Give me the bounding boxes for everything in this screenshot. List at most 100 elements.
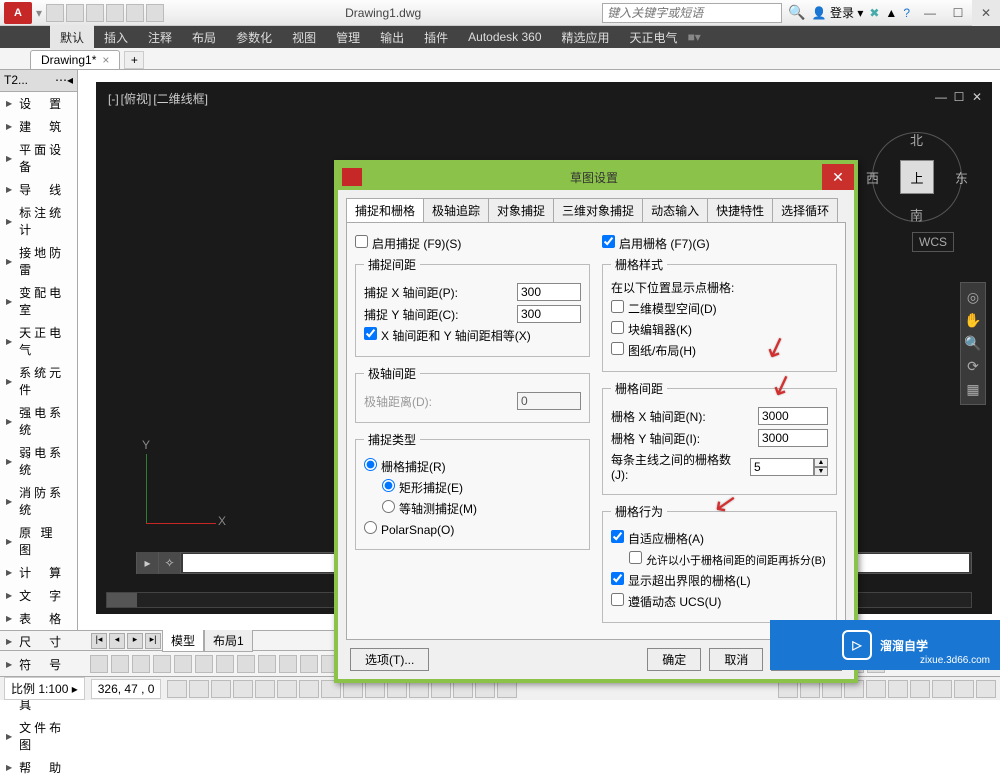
status-right-icon[interactable] bbox=[910, 680, 930, 698]
qat-open-icon[interactable] bbox=[66, 4, 84, 22]
beyond-limits-checkbox[interactable] bbox=[611, 572, 624, 585]
tab-nav-prev[interactable]: ◂ bbox=[109, 633, 125, 649]
sidebar-item[interactable]: 设 置 bbox=[0, 92, 77, 115]
menu-精选应用[interactable]: 精选应用 bbox=[552, 25, 620, 50]
nav-showmotion-icon[interactable]: ▦ bbox=[966, 381, 979, 398]
tab-nav-first[interactable]: |◂ bbox=[91, 633, 107, 649]
menu-默认[interactable]: 默认 bbox=[50, 25, 94, 50]
qat-save-icon[interactable] bbox=[86, 4, 104, 22]
viewcube-west[interactable]: 西 bbox=[866, 168, 879, 187]
status-right-icon[interactable] bbox=[932, 680, 952, 698]
status-right-icon[interactable] bbox=[954, 680, 974, 698]
toolbar-icon[interactable] bbox=[279, 655, 297, 673]
nav-pan-icon[interactable]: ✋ bbox=[964, 312, 981, 329]
enable-snap-checkbox[interactable] bbox=[355, 235, 368, 248]
nav-orbit-icon[interactable]: ⟳ bbox=[967, 358, 979, 375]
sidebar-item[interactable]: 文 字 bbox=[0, 584, 77, 607]
sidebar-item[interactable]: 导 线 bbox=[0, 178, 77, 201]
nav-wheel-icon[interactable]: ◎ bbox=[967, 289, 979, 306]
toolbar-icon[interactable] bbox=[258, 655, 276, 673]
menu-天正电气[interactable]: 天正电气 bbox=[620, 25, 688, 50]
dialog-tab[interactable]: 动态输入 bbox=[642, 198, 708, 222]
sidebar-item[interactable]: 尺 寸 bbox=[0, 630, 77, 653]
iso-snap-radio[interactable] bbox=[382, 500, 395, 513]
close-tab-icon[interactable]: × bbox=[102, 53, 109, 67]
sidebar-item[interactable]: 建 筑 bbox=[0, 115, 77, 138]
viewcube-south[interactable]: 南 bbox=[910, 205, 923, 224]
sidebar-item[interactable]: 天正电气 bbox=[0, 321, 77, 361]
grid-x-input[interactable] bbox=[758, 407, 828, 425]
dialog-tab[interactable]: 极轴追踪 bbox=[423, 198, 489, 222]
menu-Autodesk 360[interactable]: Autodesk 360 bbox=[458, 26, 551, 48]
adaptive-grid-checkbox[interactable] bbox=[611, 530, 624, 543]
wcs-label[interactable]: WCS bbox=[912, 232, 954, 252]
qat-print-icon[interactable] bbox=[146, 4, 164, 22]
sidebar-item[interactable]: 变配电室 bbox=[0, 281, 77, 321]
cmdline-config-icon[interactable]: ✧ bbox=[159, 552, 181, 574]
toolbar-icon[interactable] bbox=[153, 655, 171, 673]
scale-display[interactable]: 比例 1:100 ▸ bbox=[4, 677, 85, 700]
cloud-icon[interactable]: ▲ bbox=[885, 6, 897, 20]
status-toggle-icon[interactable] bbox=[255, 680, 275, 698]
sidebar-item[interactable]: 表 格 bbox=[0, 607, 77, 630]
dialog-tab[interactable]: 捕捉和栅格 bbox=[346, 198, 424, 222]
maximize-button[interactable]: ☐ bbox=[944, 0, 972, 26]
sidebar-item[interactable]: 接地防雷 bbox=[0, 241, 77, 281]
document-tab[interactable]: Drawing1* × bbox=[30, 50, 120, 69]
qat-redo-icon[interactable] bbox=[126, 4, 144, 22]
toolbar-icon[interactable] bbox=[111, 655, 129, 673]
menu-布局[interactable]: 布局 bbox=[182, 25, 226, 50]
sidebar-item[interactable]: 平面设备 bbox=[0, 138, 77, 178]
enable-grid-checkbox[interactable] bbox=[602, 235, 615, 248]
sidebar-item[interactable]: 文件布图 bbox=[0, 716, 77, 756]
dialog-close-button[interactable]: ✕ bbox=[822, 164, 854, 190]
status-toggle-icon[interactable] bbox=[211, 680, 231, 698]
dialog-tab[interactable]: 快捷特性 bbox=[707, 198, 773, 222]
follow-ucs-checkbox[interactable] bbox=[611, 593, 624, 606]
tab-nav-last[interactable]: ▸| bbox=[145, 633, 161, 649]
menu-输出[interactable]: 输出 bbox=[370, 25, 414, 50]
layout1-tab[interactable]: 布局1 bbox=[204, 629, 253, 652]
app-logo[interactable]: A bbox=[4, 2, 32, 24]
sidebar-item[interactable]: 符 号 bbox=[0, 653, 77, 676]
vp-minimize-icon[interactable]: — bbox=[934, 90, 948, 104]
snap-equal-checkbox[interactable] bbox=[364, 327, 377, 340]
toolbar-icon[interactable] bbox=[174, 655, 192, 673]
viewcube-east[interactable]: 东 bbox=[955, 168, 968, 187]
status-toggle-icon[interactable] bbox=[277, 680, 297, 698]
minimize-button[interactable]: — bbox=[916, 0, 944, 26]
toolbar-icon[interactable] bbox=[90, 655, 108, 673]
login-label[interactable]: 👤 登录 ▾ bbox=[812, 4, 864, 21]
menu-参数化[interactable]: 参数化 bbox=[226, 25, 282, 50]
side-panel-header[interactable]: T2... ⋯◂ bbox=[0, 70, 77, 92]
sidebar-item[interactable]: 原 理 图 bbox=[0, 521, 77, 561]
menu-插入[interactable]: 插入 bbox=[94, 25, 138, 50]
subdiv-checkbox[interactable] bbox=[629, 551, 642, 564]
grid-major-spinner[interactable]: ▲▼ bbox=[750, 458, 828, 476]
exchange-icon[interactable]: ✖ bbox=[869, 6, 879, 20]
new-tab-button[interactable]: + bbox=[124, 51, 144, 69]
toolbar-icon[interactable] bbox=[195, 655, 213, 673]
qat-new-icon[interactable] bbox=[46, 4, 64, 22]
tab-nav-next[interactable]: ▸ bbox=[127, 633, 143, 649]
viewcube-north[interactable]: 北 bbox=[910, 130, 923, 149]
dialog-tab[interactable]: 对象捕捉 bbox=[488, 198, 554, 222]
sidebar-item[interactable]: 帮 助 bbox=[0, 756, 77, 779]
polarsnap-radio[interactable] bbox=[364, 521, 377, 534]
sidebar-item[interactable]: 消防系统 bbox=[0, 481, 77, 521]
status-right-icon[interactable] bbox=[976, 680, 996, 698]
status-toggle-icon[interactable] bbox=[167, 680, 187, 698]
viewcube-face[interactable]: 上 bbox=[900, 160, 934, 194]
toolbar-icon[interactable] bbox=[216, 655, 234, 673]
grid-2d-checkbox[interactable] bbox=[611, 300, 624, 313]
snap-x-input[interactable] bbox=[517, 283, 581, 301]
nav-zoom-icon[interactable]: 🔍 bbox=[964, 335, 981, 352]
vp-restore-icon[interactable]: ☐ bbox=[952, 90, 966, 104]
grid-block-checkbox[interactable] bbox=[611, 321, 624, 334]
grid-layout-checkbox[interactable] bbox=[611, 342, 624, 355]
menu-视图[interactable]: 视图 bbox=[282, 25, 326, 50]
status-toggle-icon[interactable] bbox=[189, 680, 209, 698]
status-toggle-icon[interactable] bbox=[299, 680, 319, 698]
sidebar-item[interactable]: 计 算 bbox=[0, 561, 77, 584]
sidebar-item[interactable]: 标注统计 bbox=[0, 201, 77, 241]
